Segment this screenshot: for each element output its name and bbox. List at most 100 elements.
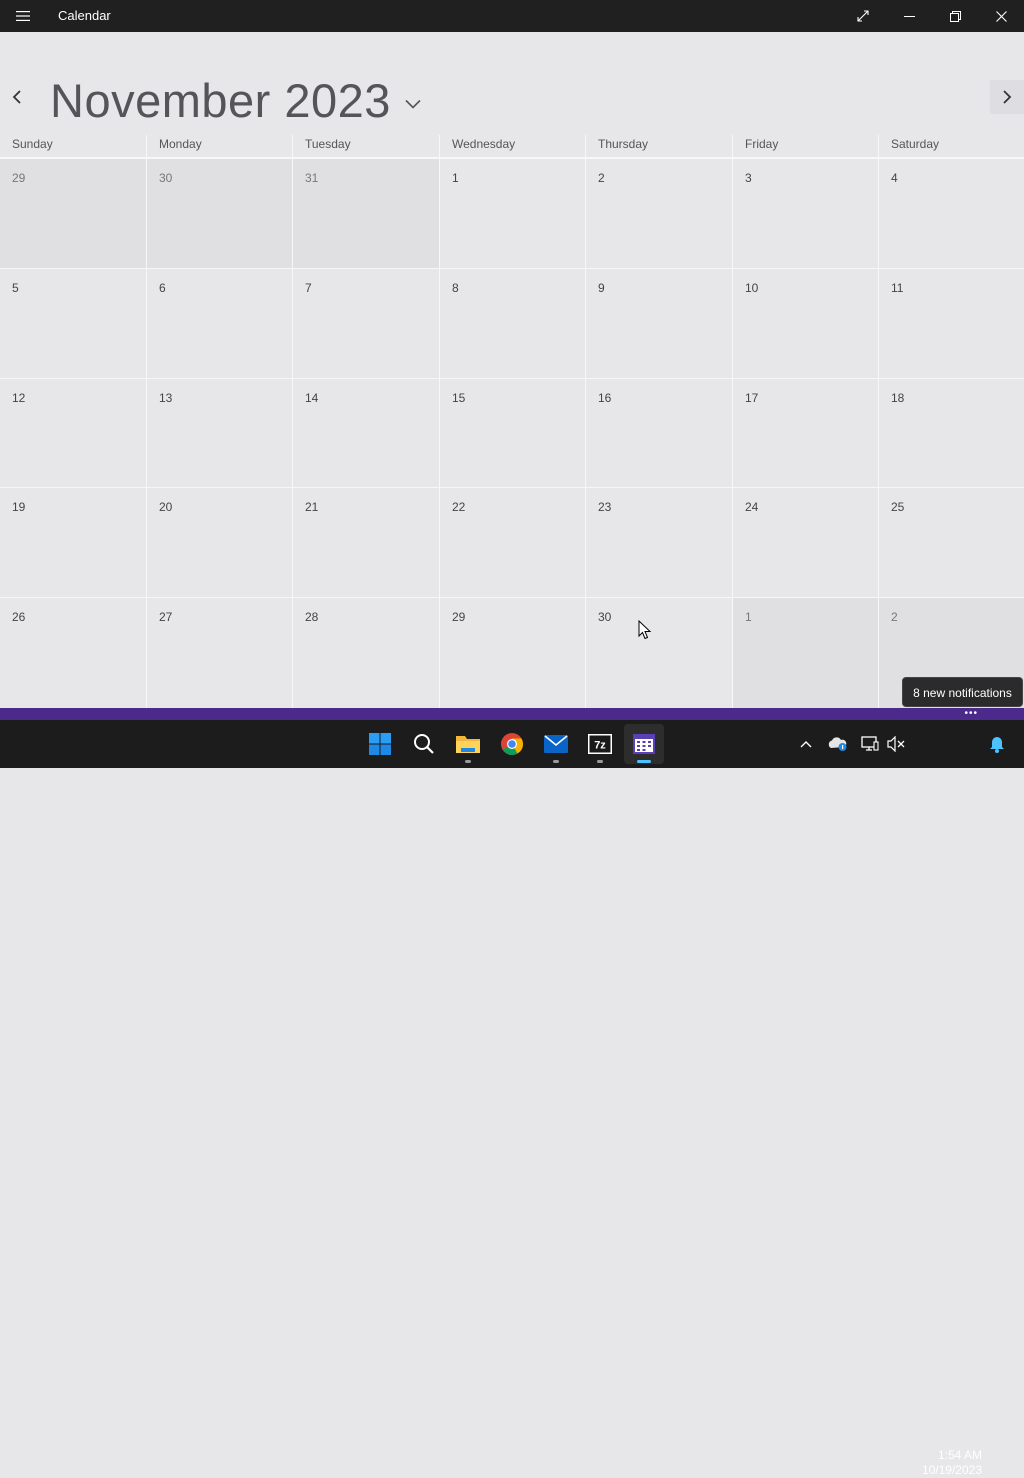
windows-start-icon <box>369 733 391 755</box>
day-number: 3 <box>745 171 752 185</box>
svg-text:7z: 7z <box>594 740 606 752</box>
day-cell[interactable]: 23 <box>585 487 732 597</box>
chevron-down-icon <box>405 99 421 109</box>
day-number: 26 <box>12 610 26 624</box>
day-cell[interactable]: 3 <box>732 158 878 268</box>
day-cell[interactable]: 24 <box>732 487 878 597</box>
day-number: 30 <box>159 171 173 185</box>
day-number: 6 <box>159 281 166 295</box>
network-tray-button[interactable] <box>858 732 882 756</box>
day-number: 5 <box>12 281 19 295</box>
chevron-right-icon <box>1003 90 1012 104</box>
day-number: 29 <box>452 610 466 624</box>
day-cell[interactable]: 20 <box>146 487 292 597</box>
file-explorer-button[interactable] <box>448 724 488 764</box>
day-cell[interactable]: 29 <box>439 597 585 709</box>
calendar-app-button[interactable] <box>624 724 664 764</box>
volume-muted-icon <box>887 736 905 752</box>
day-cell[interactable]: 22 <box>439 487 585 597</box>
day-number: 27 <box>159 610 173 624</box>
day-cell[interactable]: 18 <box>878 378 1024 487</box>
close-button[interactable] <box>978 0 1024 32</box>
day-cell[interactable]: 8 <box>439 268 585 378</box>
day-number: 15 <box>452 391 466 405</box>
day-cell[interactable]: 27 <box>146 597 292 709</box>
day-number: 17 <box>745 391 759 405</box>
day-cell[interactable]: 25 <box>878 487 1024 597</box>
chevron-up-icon <box>800 741 812 748</box>
running-indicator <box>553 760 559 763</box>
day-cell[interactable]: 13 <box>146 378 292 487</box>
show-hidden-icons-button[interactable] <box>796 732 816 756</box>
day-cell[interactable]: 29 <box>0 158 146 268</box>
day-number: 11 <box>891 281 904 295</box>
day-cell[interactable]: 1 <box>439 158 585 268</box>
running-indicator <box>465 760 471 763</box>
day-cell[interactable]: 4 <box>878 158 1024 268</box>
day-number: 14 <box>305 391 319 405</box>
hamburger-menu-button[interactable] <box>6 0 40 32</box>
day-cell[interactable]: 28 <box>292 597 439 709</box>
day-cell[interactable]: 14 <box>292 378 439 487</box>
accent-bar <box>0 708 1024 720</box>
chevron-left-icon <box>12 90 21 104</box>
taskbar: 7z 1:54 AM 10/19/2023 <box>0 720 1024 1477</box>
7zip-button[interactable]: 7z <box>580 724 620 764</box>
onedrive-tray-button[interactable] <box>826 732 850 756</box>
notification-center-button[interactable] <box>986 732 1008 756</box>
running-indicator <box>597 760 603 763</box>
restore-icon <box>949 10 961 22</box>
next-month-button[interactable] <box>990 80 1024 114</box>
day-cell[interactable]: 1 <box>732 597 878 709</box>
day-number: 21 <box>305 500 319 514</box>
title-bar: Calendar <box>0 0 1024 32</box>
day-cell[interactable]: 12 <box>0 378 146 487</box>
day-cell[interactable]: 30 <box>585 597 732 709</box>
day-cell[interactable]: 15 <box>439 378 585 487</box>
day-cell[interactable]: 21 <box>292 487 439 597</box>
file-explorer-icon <box>456 736 480 753</box>
weekday-header: Friday <box>732 135 878 157</box>
chrome-button[interactable] <box>492 724 532 764</box>
weekday-header: Saturday <box>878 135 1024 157</box>
minimize-button[interactable] <box>886 0 932 32</box>
volume-tray-button[interactable] <box>884 732 908 756</box>
more-options-button[interactable]: ••• <box>964 709 978 719</box>
day-cell[interactable]: 31 <box>292 158 439 268</box>
mail-button[interactable] <box>536 724 576 764</box>
day-cell[interactable]: 17 <box>732 378 878 487</box>
day-number: 8 <box>452 281 459 295</box>
day-cell[interactable]: 2 <box>585 158 732 268</box>
day-number: 23 <box>598 500 612 514</box>
day-cell[interactable]: 11 <box>878 268 1024 378</box>
calendar-view: November 2023 Sunday Monday Tuesday Wednesd… <box>0 32 1024 709</box>
day-cell[interactable]: 26 <box>0 597 146 709</box>
day-cell[interactable]: 5 <box>0 268 146 378</box>
day-number: 31 <box>305 171 319 185</box>
previous-month-button[interactable] <box>2 80 32 114</box>
search-button[interactable] <box>404 724 444 764</box>
day-cell[interactable]: 10 <box>732 268 878 378</box>
fullscreen-button[interactable] <box>840 0 886 32</box>
day-number: 29 <box>12 171 26 185</box>
start-button[interactable] <box>360 724 400 764</box>
month-picker[interactable]: November 2023 <box>50 70 421 130</box>
day-cell[interactable]: 6 <box>146 268 292 378</box>
day-number: 28 <box>305 610 319 624</box>
day-cell[interactable]: 30 <box>146 158 292 268</box>
day-cell[interactable]: 16 <box>585 378 732 487</box>
day-number: 13 <box>159 391 173 405</box>
day-number: 1 <box>745 610 752 624</box>
restore-button[interactable] <box>932 0 978 32</box>
day-number: 1 <box>452 171 459 185</box>
taskbar-clock[interactable]: 1:54 AM 10/19/2023 <box>912 1448 982 1478</box>
month-grid: 29 30 31 1 2 3 4 5 6 7 8 9 10 11 12 13 14 15 16 17 18 19 20 21 2… <box>0 157 1024 709</box>
day-number: 12 <box>12 391 26 405</box>
day-cell[interactable]: 19 <box>0 487 146 597</box>
day-cell[interactable]: 9 <box>585 268 732 378</box>
bell-icon <box>990 737 1004 753</box>
day-number: 2 <box>891 610 898 624</box>
day-cell[interactable]: 7 <box>292 268 439 378</box>
weekday-header: Sunday <box>12 137 53 151</box>
mail-icon <box>544 735 568 753</box>
